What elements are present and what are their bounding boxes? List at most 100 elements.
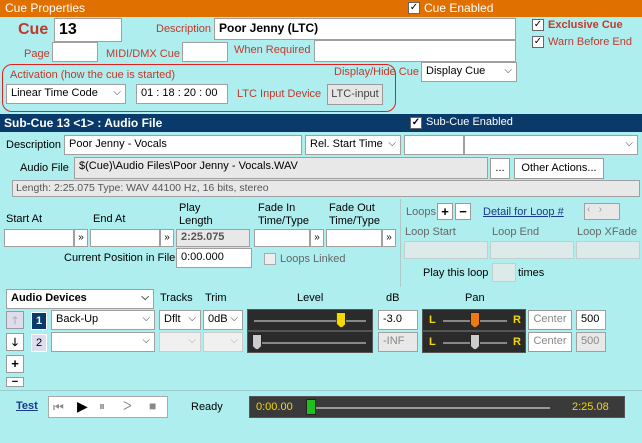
device-select[interactable]: Back-Up ⌵ (51, 310, 155, 330)
level-slider-handle[interactable] (252, 334, 262, 350)
loops-linked-checkbox[interactable] (264, 253, 276, 265)
tracks-value: Dflt (164, 313, 181, 325)
pan-center-button[interactable]: Center (528, 332, 572, 352)
display-hide-select[interactable]: Display Cue ⌵ (421, 62, 517, 82)
fade-out-input[interactable] (326, 229, 382, 247)
cue-number-input[interactable]: 13 (54, 18, 122, 42)
pan-right-label: R (513, 314, 521, 326)
sub-cue-title: Sub-Cue 13 <1> : Audio File (4, 116, 163, 130)
chevron-down-icon: ⌵ (113, 87, 121, 98)
fade-out-arrow-icon[interactable]: » (382, 229, 396, 247)
play-length-label: Play Length (179, 202, 213, 227)
play-length-value: 2:25.075 (176, 229, 250, 247)
fade-in-input[interactable] (254, 229, 310, 247)
display-hide-label: Display/Hide Cue (334, 66, 419, 78)
stop-icon[interactable]: ■ (149, 399, 156, 413)
level-slider-handle[interactable] (336, 312, 347, 328)
warn-before-end-label: Warn Before End (548, 36, 632, 48)
sub-cue-extra-select[interactable]: ⌵ (464, 135, 638, 155)
pan-control[interactable]: L R (422, 309, 526, 331)
audio-devices-select[interactable]: Audio Devices ⌵ (6, 289, 154, 309)
rel-start-time-input[interactable] (404, 135, 464, 155)
pan-value-input[interactable]: 500 (576, 310, 606, 330)
pan-slider-handle[interactable] (470, 334, 480, 350)
status-text: Ready (191, 401, 223, 413)
db-input[interactable]: -INF (378, 332, 418, 352)
progress-handle[interactable] (306, 399, 316, 415)
remove-loop-button[interactable]: − (455, 203, 471, 220)
ltc-input-button[interactable]: LTC-input (327, 84, 383, 105)
warn-before-end-checkbox[interactable]: ✓ (532, 36, 544, 48)
add-loop-button[interactable]: + (437, 203, 453, 220)
level-fader[interactable] (247, 331, 373, 353)
end-at-input[interactable] (90, 229, 160, 247)
chevron-down-icon: ⌵ (142, 313, 150, 324)
fade-in-label: Fade In Time/Type (258, 202, 309, 227)
add-device-button[interactable]: + (6, 355, 24, 373)
chevron-down-icon: ⌵ (188, 335, 196, 346)
db-input[interactable]: -3.0 (378, 310, 418, 330)
remove-device-button[interactable]: − (6, 377, 24, 388)
sub-cue-enabled-checkbox[interactable]: ✓ (410, 117, 422, 129)
start-at-arrow-icon[interactable]: » (74, 229, 88, 247)
file-info: Length: 2:25.075 Type: WAV 44100 Hz, 16 … (12, 180, 640, 197)
cue-label: Cue (18, 21, 49, 38)
display-hide-value: Display Cue (426, 65, 486, 77)
move-down-icon[interactable]: 🡓 (6, 333, 24, 351)
activation-select[interactable]: Linear Time Code ⌵ (6, 84, 126, 104)
rel-start-select[interactable]: Rel. Start Time ⌵ (305, 135, 401, 155)
browse-button[interactable]: ... (490, 158, 510, 179)
times-label: times (518, 267, 545, 279)
start-at-input[interactable] (4, 229, 74, 247)
pause-icon[interactable]: ⏸ (99, 399, 105, 414)
cue-description-input[interactable]: Poor Jenny (LTC) (214, 18, 516, 40)
exclusive-cue-checkbox[interactable]: ✓ (532, 19, 544, 31)
divider (0, 390, 642, 391)
loop-xfade-input (576, 241, 640, 259)
fade-icon[interactable]: ᐳ (123, 399, 132, 413)
cue-enabled-checkbox[interactable]: ✓ (408, 2, 420, 14)
chevron-down-icon: ⌵ (188, 313, 196, 324)
midi-dmx-input[interactable] (182, 42, 228, 62)
sub-cue-header: Sub-Cue 13 <1> : Audio File ✓ Sub-Cue En… (0, 114, 642, 132)
play-icon[interactable]: ▶ (77, 398, 88, 415)
length-label: 2:25.08 (572, 401, 609, 413)
pan-center-button[interactable]: Center (528, 310, 572, 330)
loops-linked-label: Loops Linked (280, 253, 346, 265)
time-code-input[interactable]: 01 : 18 : 20 : 00 (136, 84, 228, 104)
current-position-input[interactable]: 0:00.000 (176, 248, 252, 268)
tracks-label: Tracks (160, 292, 193, 304)
progress-bar[interactable]: 0:00.00 2:25.08 (249, 396, 625, 418)
level-label: Level (297, 292, 324, 304)
sub-description-input[interactable]: Poor Jenny - Vocals (64, 135, 302, 155)
loop-number-spinner[interactable]: ‹ › (584, 203, 620, 220)
activation-label: Activation (how the cue is started) (10, 69, 176, 81)
level-fader[interactable] (247, 309, 373, 331)
page-input[interactable] (52, 42, 98, 62)
start-at-label: Start At (6, 213, 43, 225)
audio-file-path: $(Cue)\Audio Files\Poor Jenny - Vocals.W… (74, 157, 488, 179)
db-label: dB (386, 292, 400, 304)
pan-control[interactable]: L R (422, 331, 526, 353)
test-label[interactable]: Test (16, 400, 38, 412)
play-this-loop-label: Play this loop (423, 267, 489, 279)
detail-for-loop-link[interactable]: Detail for Loop # (483, 206, 564, 218)
exclusive-cue-label: Exclusive Cue (548, 19, 623, 31)
cue-enabled-label: Cue Enabled (424, 1, 494, 15)
fade-in-arrow-icon[interactable]: » (310, 229, 324, 247)
other-actions-button[interactable]: Other Actions... (514, 158, 604, 179)
pan-value-input[interactable]: 500 (576, 332, 606, 352)
loops-label: Loops (406, 206, 436, 218)
current-position-label: Current Position in File (64, 252, 176, 264)
when-required-input[interactable] (314, 40, 516, 62)
trim-select[interactable]: 0dB ⌵ (203, 310, 243, 330)
rewind-icon[interactable]: ⏮ (53, 400, 64, 415)
device-row-number: 1 (31, 312, 47, 330)
device-select[interactable]: ⌵ (51, 332, 155, 352)
end-at-arrow-icon[interactable]: » (160, 229, 174, 247)
pan-slider-handle[interactable] (470, 312, 480, 328)
loop-start-input (404, 241, 488, 259)
tracks-select[interactable]: Dflt ⌵ (159, 310, 201, 330)
chevron-down-icon: ⌵ (142, 335, 150, 346)
move-up-icon[interactable]: 🡑 (6, 311, 24, 329)
